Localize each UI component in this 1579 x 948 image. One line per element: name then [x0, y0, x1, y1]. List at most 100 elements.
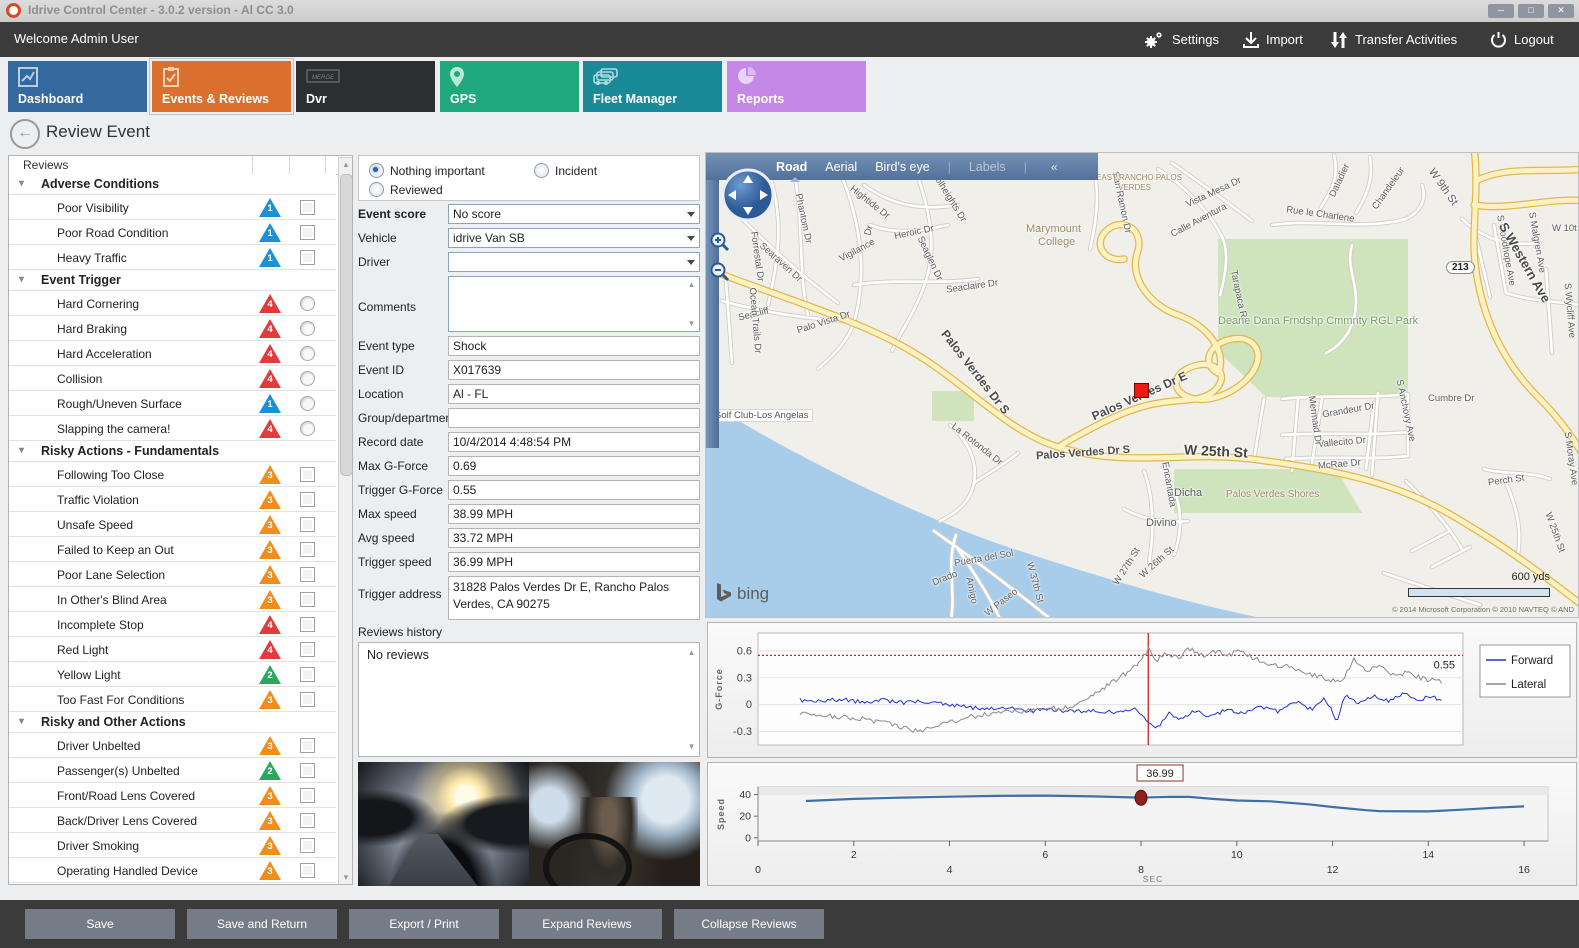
export-print-button[interactable]: Export / Print — [349, 909, 499, 939]
footer-bar: Save Save and Return Export / Print Expa… — [0, 900, 1579, 948]
speed-xtick-label: 4 — [947, 864, 953, 876]
tree-item-checkbox[interactable] — [300, 838, 315, 853]
tree-item-checkbox[interactable] — [300, 642, 315, 657]
trigger-address-value: 31828 Palos Verdes Dr E, Rancho Palos Ve… — [453, 580, 669, 611]
back-button[interactable]: ← — [10, 119, 40, 149]
minimize-button[interactable]: ─ — [1488, 4, 1514, 18]
tree-item-checkbox[interactable] — [300, 788, 315, 803]
map-pan-control[interactable] — [720, 167, 776, 228]
tree-item-row: Hard Acceleration4 — [9, 341, 336, 366]
tree-item-checkbox[interactable] — [300, 617, 315, 632]
vehicle-select[interactable]: idrive Van SB — [448, 228, 700, 248]
tree-item-checkbox[interactable] — [300, 567, 315, 582]
radio-label: Incident — [555, 164, 597, 178]
tree-item-label: Red Light — [57, 643, 108, 657]
tree-item-row: Operating Handled Device3 — [9, 858, 336, 883]
tree-item-checkbox[interactable] — [300, 200, 315, 215]
map-mode-labels[interactable]: Labels — [969, 160, 1006, 174]
road-camera-still[interactable] — [358, 762, 529, 886]
bing-map[interactable]: Phantom DrHightide DrCoolheights DrSeagl… — [705, 152, 1579, 618]
radio-reviewed[interactable]: Reviewed — [369, 182, 443, 197]
collapse-reviews-button[interactable]: Collapse Reviews — [674, 909, 824, 939]
tree-item-row: Collision4 — [9, 366, 336, 391]
tree-item-checkbox[interactable] — [300, 542, 315, 557]
max-gforce-label: Max G-Force — [358, 459, 428, 473]
map-bar-collapse-button[interactable]: « — [1051, 160, 1058, 174]
tree-item-checkbox[interactable] — [300, 592, 315, 607]
tree-group-row[interactable]: ▾ Risky and Other Actions — [9, 712, 336, 733]
scrollbar-thumb[interactable] — [340, 174, 353, 476]
tree-item-checkbox[interactable] — [300, 863, 315, 878]
scroll-down-icon[interactable]: ▼ — [686, 742, 697, 751]
map-mode-aerial[interactable]: Aerial — [825, 160, 857, 174]
trigger-speed-label: Trigger speed — [358, 555, 432, 569]
tree-item-checkbox[interactable] — [300, 763, 315, 778]
scroll-up-icon[interactable]: ▲ — [339, 160, 353, 169]
severity-triangle-icon: 4 — [259, 319, 281, 338]
collapse-arrow-icon[interactable]: ▾ — [19, 445, 24, 456]
settings-button[interactable]: Settings — [1143, 22, 1219, 57]
tree-item-radio[interactable] — [300, 346, 315, 361]
tab-gps[interactable]: GPS — [440, 61, 579, 112]
comments-textarea[interactable]: ▲ ▼ — [448, 276, 700, 332]
zoom-in-icon[interactable] — [709, 231, 731, 253]
scroll-up-icon[interactable]: ▲ — [686, 280, 697, 289]
maximize-button[interactable]: □ — [1518, 4, 1544, 18]
tree-item-checkbox[interactable] — [300, 225, 315, 240]
tree-item-label: Slapping the camera! — [57, 422, 170, 436]
tree-item-checkbox[interactable] — [300, 667, 315, 682]
tree-group-row[interactable]: ▾Adverse Conditions — [9, 174, 336, 195]
tree-item-checkbox[interactable] — [300, 250, 315, 265]
tree-group-label: Risky and Other Actions — [41, 715, 186, 729]
tree-item-row: Failed to Keep an Out3 — [9, 537, 336, 562]
tree-scrollbar[interactable]: ▲ ▼ — [338, 157, 353, 885]
scroll-down-icon[interactable]: ▼ — [339, 873, 353, 882]
tab-dashboard[interactable]: Dashboard — [8, 61, 147, 112]
tree-item-radio[interactable] — [300, 396, 315, 411]
tree-item-checkbox[interactable] — [300, 492, 315, 507]
tree-item-checkbox[interactable] — [300, 692, 315, 707]
tab-reports[interactable]: Reports — [727, 61, 866, 112]
map-mode-bird-s-eye[interactable]: Bird's eye — [875, 160, 930, 174]
scroll-down-icon[interactable]: ▼ — [686, 319, 697, 328]
tree-item-radio[interactable] — [300, 296, 315, 311]
radio-incident[interactable]: Incident — [534, 163, 597, 178]
tree-item-checkbox[interactable] — [300, 467, 315, 482]
tree-item-radio[interactable] — [300, 321, 315, 336]
tree-item-radio[interactable] — [300, 371, 315, 386]
tree-item-label: In Other's Blind Area — [57, 593, 167, 607]
logout-button[interactable]: Logout — [1490, 22, 1554, 57]
tab-events-reviews[interactable]: Events & Reviews — [152, 61, 291, 112]
expand-reviews-button[interactable]: Expand Reviews — [512, 909, 662, 939]
cabin-camera-still[interactable] — [529, 762, 700, 886]
collapse-arrow-icon[interactable]: ▾ — [19, 716, 24, 727]
close-button[interactable]: ✕ — [1548, 4, 1574, 18]
scroll-up-icon[interactable]: ▲ — [686, 648, 697, 657]
event-score-select[interactable]: No score — [448, 204, 700, 224]
save-and-return-button[interactable]: Save and Return — [187, 909, 337, 939]
tree-group-row[interactable]: ▾Event Trigger — [9, 270, 336, 291]
chevron-down-icon — [687, 260, 695, 265]
tree-group-row[interactable]: ▾Risky Actions - Fundamentals — [9, 441, 336, 462]
tab-fleet-manager[interactable]: Fleet Manager — [583, 61, 722, 112]
avg-speed-field: 33.72 MPH — [448, 528, 700, 548]
map-mode-road[interactable]: Road — [776, 160, 807, 174]
record-date-field: 10/4/2014 4:48:54 PM — [448, 432, 700, 452]
save-button[interactable]: Save — [25, 909, 175, 939]
collapse-arrow-icon[interactable]: ▾ — [19, 178, 24, 189]
tree-item-checkbox[interactable] — [300, 517, 315, 532]
tree-item-checkbox[interactable] — [300, 813, 315, 828]
import-button[interactable]: Import — [1243, 22, 1303, 57]
tree-item-label: Yellow Light — [57, 668, 121, 682]
reviews-history-box[interactable]: No reviews ▲ ▼ — [358, 642, 700, 757]
driver-select[interactable] — [448, 252, 700, 272]
tree-item-radio[interactable] — [300, 421, 315, 436]
transfer-activities-button[interactable]: Transfer Activities — [1330, 22, 1457, 57]
tree-item-checkbox[interactable] — [300, 738, 315, 753]
collapse-arrow-icon[interactable]: ▾ — [19, 274, 24, 285]
severity-triangle-icon: 3 — [259, 590, 281, 609]
page-header: ← Review Event — [0, 115, 700, 153]
tab-dvr[interactable]: MERGEDvr — [296, 61, 435, 112]
zoom-out-icon[interactable] — [709, 261, 731, 283]
radio-nothing-important[interactable]: Nothing important — [369, 163, 485, 178]
